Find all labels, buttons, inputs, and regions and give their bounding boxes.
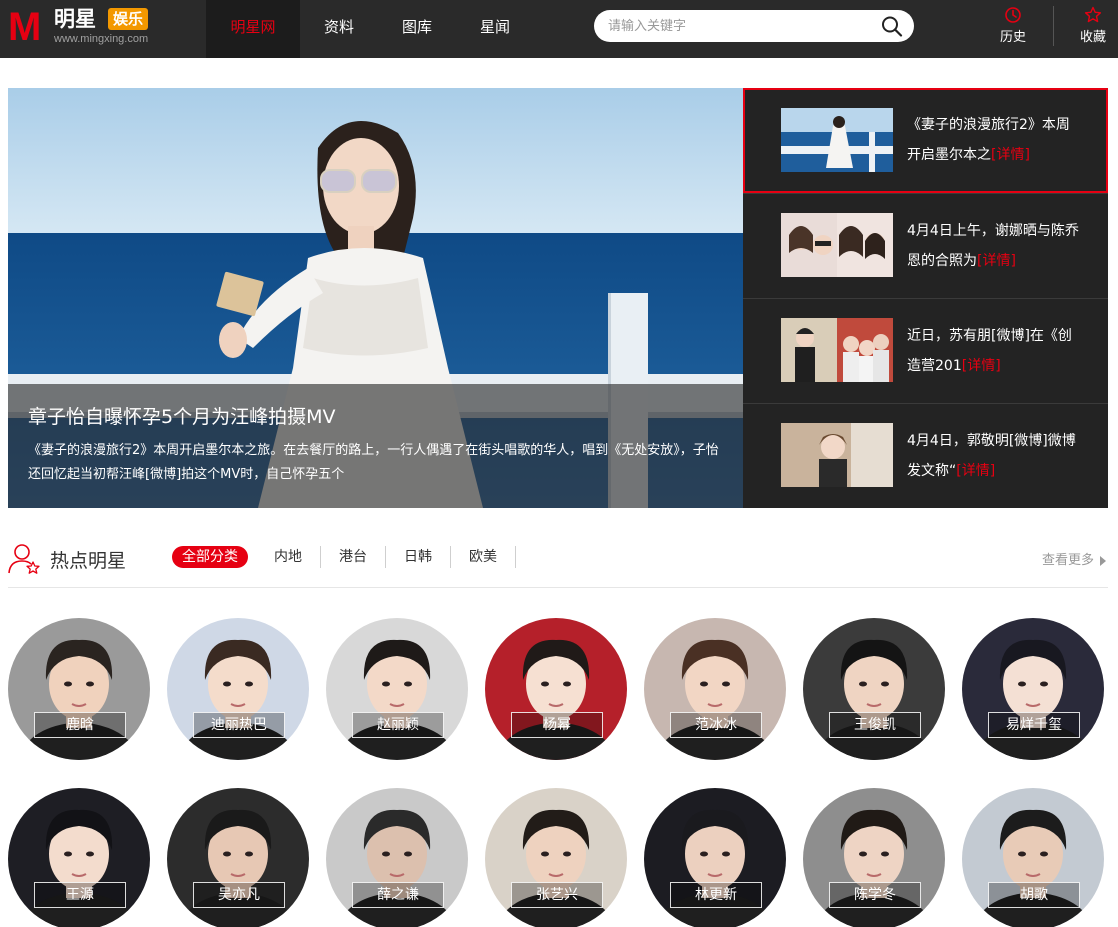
star-name: 林更新 — [670, 882, 762, 908]
side-news-text: 近日，苏有朋[微博]在《创造营201[详情] — [907, 321, 1083, 381]
favorites-button[interactable]: 收藏 — [1068, 4, 1118, 54]
arrow-right-icon — [1100, 555, 1106, 566]
history-label: 历史 — [999, 30, 1026, 45]
favorites-label: 收藏 — [1079, 30, 1106, 45]
filter-western[interactable]: 欧美 — [451, 546, 516, 568]
search-icon[interactable] — [880, 15, 904, 37]
nav-item-news[interactable]: 星闻 — [456, 0, 534, 58]
side-news-item[interactable]: 《妻子的浪漫旅行2》本周开启墨尔本之[详情] — [743, 88, 1108, 193]
side-news-item[interactable]: 近日，苏有朋[微博]在《创造营201[详情] — [743, 298, 1108, 403]
side-news-text: 4月4日，郭敬明[微博]微博发文称“[详情] — [907, 426, 1083, 486]
site-logo[interactable]: M 明星 娱乐 www.mingxing.com — [8, 5, 168, 51]
star-name: 赵丽颖 — [352, 712, 444, 738]
logo-url: www.mingxing.com — [54, 33, 149, 45]
star-avatar[interactable]: 吴亦凡 — [167, 788, 309, 927]
hero-title[interactable]: 章子怡自曝怀孕5个月为汪峰拍摄MV — [28, 402, 723, 429]
side-news-summary: 《妻子的浪漫旅行2》本周开启墨尔本之 — [907, 117, 1070, 163]
side-news-thumbnail — [781, 318, 893, 382]
side-news-text: 4月4日上午，谢娜晒与陈乔恩的合照为[详情] — [907, 216, 1083, 276]
star-portrait — [644, 618, 786, 760]
user-star-icon — [8, 544, 40, 574]
star-name: 迪丽热巴 — [193, 712, 285, 738]
logo-badge: 娱乐 — [108, 8, 149, 30]
header-divider — [1053, 6, 1054, 46]
hot-stars-header: 热点明星 全部分类 内地 港台 日韩 欧美 查看更多 — [8, 540, 1108, 588]
search-input[interactable] — [608, 16, 868, 36]
see-more-link[interactable]: 查看更多 — [1042, 549, 1106, 568]
news-side-list: 《妻子的浪漫旅行2》本周开启墨尔本之[详情] 4月4日上午，谢娜晒与陈乔恩的合照… — [743, 88, 1108, 508]
nav-item-profile[interactable]: 资料 — [300, 0, 378, 58]
filter-hk-tw[interactable]: 港台 — [321, 546, 386, 568]
see-more-label: 查看更多 — [1041, 553, 1094, 568]
top-header: M 明星 娱乐 www.mingxing.com 明星网 资料 图库 星闻 历史… — [0, 0, 1118, 58]
detail-link[interactable]: [详情] — [962, 358, 1001, 374]
star-name: 王俊凯 — [829, 712, 921, 738]
star-portrait — [167, 618, 309, 760]
star-avatar[interactable]: 张艺兴 — [485, 788, 627, 927]
star-avatar[interactable]: 鹿晗 — [8, 618, 150, 760]
star-avatar[interactable]: 赵丽颖 — [326, 618, 468, 760]
star-avatar[interactable]: 范冰冰 — [644, 618, 786, 760]
hero-caption: 章子怡自曝怀孕5个月为汪峰拍摄MV 《妻子的浪漫旅行2》本周开启墨尔本之旅。在去… — [8, 384, 743, 508]
detail-link[interactable]: [详情] — [956, 463, 995, 479]
star-name: 薛之谦 — [352, 882, 444, 908]
star-name: 陈学冬 — [829, 882, 921, 908]
hero-banner[interactable]: 章子怡自曝怀孕5个月为汪峰拍摄MV 《妻子的浪漫旅行2》本周开启墨尔本之旅。在去… — [8, 88, 743, 508]
star-portrait — [485, 618, 627, 760]
hero-summary: 《妻子的浪漫旅行2》本周开启墨尔本之旅。在去餐厅的路上，一行人偶遇了在街头唱歌的… — [28, 443, 719, 482]
side-news-thumbnail — [781, 213, 893, 277]
side-news-item[interactable]: 4月4日上午，谢娜晒与陈乔恩的合照为[详情] — [743, 193, 1108, 298]
nav-item-home[interactable]: 明星网 — [206, 0, 300, 58]
star-avatar[interactable]: 杨幂 — [485, 618, 627, 760]
detail-link[interactable]: [详情] — [977, 253, 1016, 269]
side-news-item[interactable]: 4月4日，郭敬明[微博]微博发文称“[详情] — [743, 403, 1108, 508]
star-name: 鹿晗 — [34, 712, 126, 738]
clock-icon — [1005, 7, 1021, 23]
star-avatar[interactable]: 王源 — [8, 788, 150, 927]
star-portrait — [8, 618, 150, 760]
star-avatar[interactable]: 陈学冬 — [803, 788, 945, 927]
star-portrait — [962, 618, 1104, 760]
star-avatar[interactable]: 迪丽热巴 — [167, 618, 309, 760]
logo-name: 明星 — [54, 7, 96, 31]
star-name: 胡歌 — [988, 882, 1080, 908]
star-name: 范冰冰 — [670, 712, 762, 738]
section-title: 热点明星 — [50, 550, 127, 572]
star-name: 张艺兴 — [511, 882, 603, 908]
filter-all[interactable]: 全部分类 — [172, 546, 248, 568]
star-portrait — [803, 618, 945, 760]
star-avatar[interactable]: 王俊凯 — [803, 618, 945, 760]
star-avatar[interactable]: 易烊千玺 — [962, 618, 1104, 760]
detail-link[interactable]: [详情] — [991, 147, 1030, 163]
main-nav: 明星网 资料 图库 星闻 — [206, 0, 534, 58]
nav-item-gallery[interactable]: 图库 — [378, 0, 456, 58]
side-news-thumbnail — [781, 423, 893, 487]
side-news-text: 《妻子的浪漫旅行2》本周开启墨尔本之[详情] — [907, 110, 1083, 170]
star-icon — [1084, 6, 1102, 23]
history-button[interactable]: 历史 — [988, 4, 1038, 54]
logo-m-mark: M — [8, 5, 41, 49]
star-avatar[interactable]: 林更新 — [644, 788, 786, 927]
star-name: 王源 — [34, 882, 126, 908]
side-news-thumbnail — [781, 108, 893, 172]
star-avatar[interactable]: 胡歌 — [962, 788, 1104, 927]
filter-jp-kr[interactable]: 日韩 — [386, 546, 451, 568]
star-portrait — [326, 618, 468, 760]
star-name: 易烊千玺 — [988, 712, 1080, 738]
star-name: 杨幂 — [511, 712, 603, 738]
search-box — [594, 10, 914, 42]
filter-mainland[interactable]: 内地 — [256, 546, 321, 568]
category-filters: 全部分类 内地 港台 日韩 欧美 — [172, 546, 516, 568]
star-name: 吴亦凡 — [193, 882, 285, 908]
star-avatar[interactable]: 薛之谦 — [326, 788, 468, 927]
